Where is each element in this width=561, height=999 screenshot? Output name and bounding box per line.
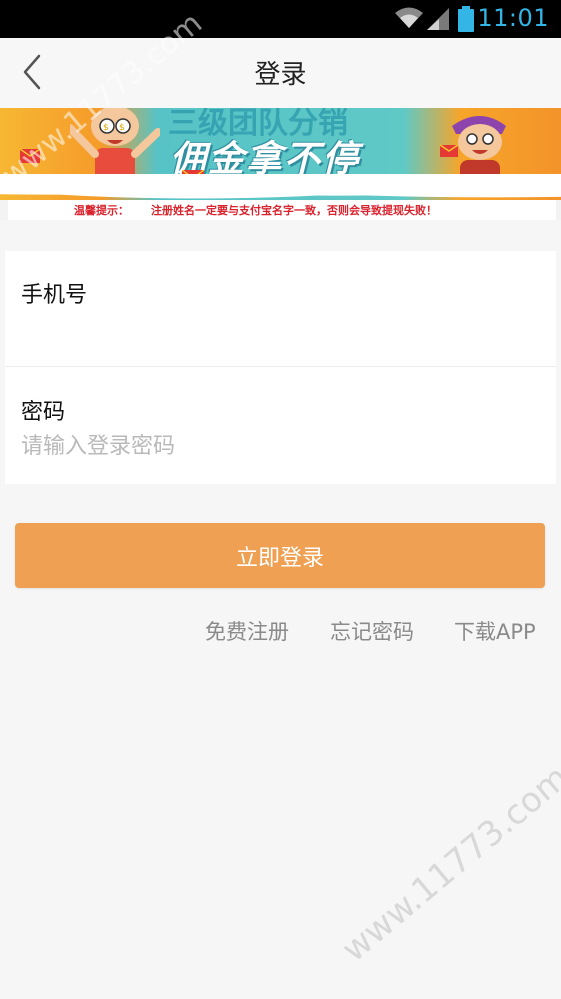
status-bar: 11:01 <box>0 0 561 38</box>
watermark: www.11773.com <box>334 757 561 970</box>
phone-label: 手机号 <box>21 283 88 308</box>
login-button[interactable]: 立即登录 <box>15 523 545 588</box>
auxiliary-links: 免费注册 忘记密码 下载APP <box>0 616 561 646</box>
status-time: 11:01 <box>477 4 549 32</box>
signal-icon <box>425 8 451 36</box>
login-form: 手机号 密码 <box>5 251 556 484</box>
red-envelope-icon <box>439 142 459 161</box>
notice-label: 温馨提示： <box>74 204 129 217</box>
download-app-link[interactable]: 下载APP <box>454 616 536 646</box>
svg-text:$: $ <box>119 123 125 133</box>
phone-input[interactable] <box>21 311 541 347</box>
register-link[interactable]: 免费注册 <box>205 616 289 646</box>
wifi-icon <box>394 6 424 34</box>
banner-notice: 温馨提示： 注册姓名一定要与支付宝名字一致，否则会导致提现失败！ <box>8 200 556 220</box>
battery-icon <box>458 6 474 36</box>
page-title: 登录 <box>254 60 307 90</box>
password-label: 密码 <box>21 400 66 425</box>
password-row: 密码 <box>5 368 556 484</box>
notice-text: 注册姓名一定要与支付宝名字一致，否则会导致提现失败！ <box>151 204 437 217</box>
phone-row: 手机号 <box>5 251 556 367</box>
password-input[interactable] <box>21 428 541 464</box>
svg-text:$: $ <box>103 123 109 133</box>
forgot-password-link[interactable]: 忘记密码 <box>330 616 414 646</box>
